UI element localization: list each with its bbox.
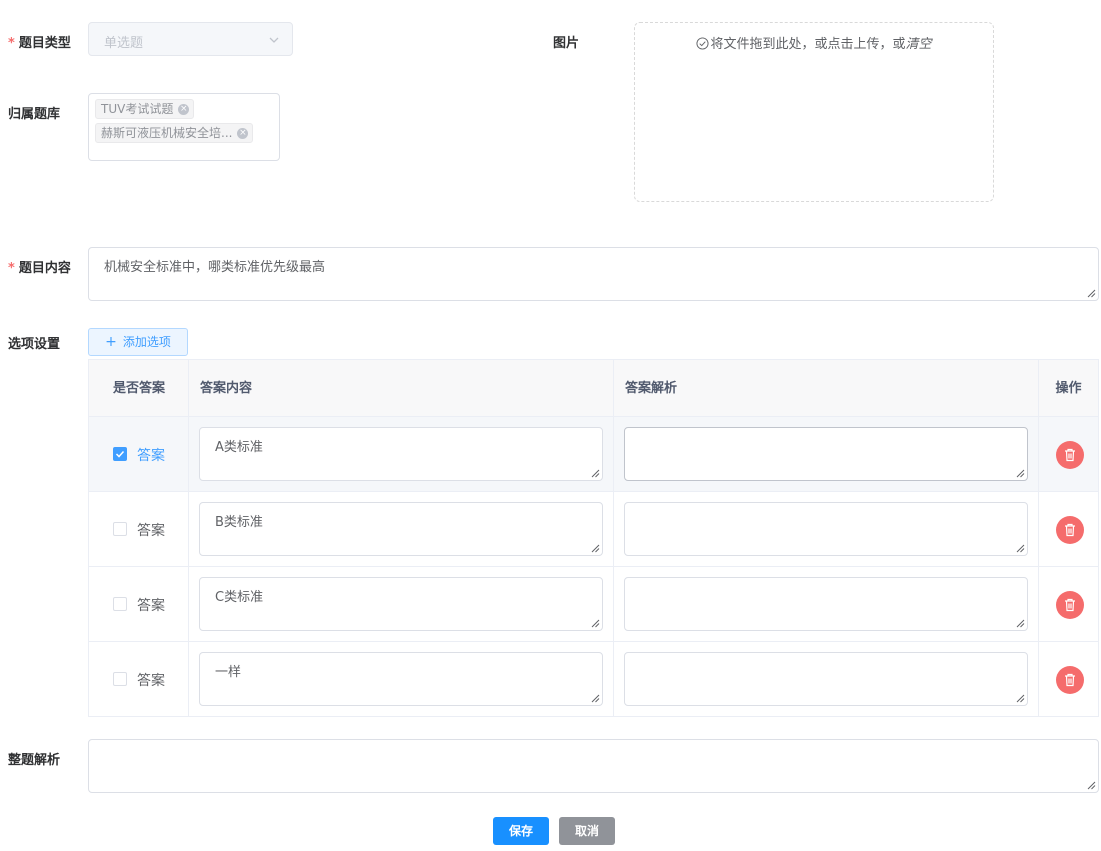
clear-link[interactable]: 清空: [906, 37, 932, 52]
cancel-button[interactable]: 取消: [559, 817, 615, 845]
header-answer-analysis: 答案解析: [614, 360, 1039, 417]
answer-checkbox[interactable]: [113, 522, 127, 536]
save-button[interactable]: 保存: [493, 817, 549, 845]
header-answer-content: 答案内容: [189, 360, 614, 417]
overall-analysis-label: 整题解析: [8, 753, 61, 768]
answer-checkbox-label[interactable]: 答案: [137, 445, 165, 465]
close-circle-icon[interactable]: ×: [178, 104, 190, 115]
resize-grip-icon[interactable]: [1016, 544, 1025, 553]
required-asterisk: *: [8, 36, 15, 51]
chevron-down-icon: [269, 37, 279, 43]
resize-grip-icon[interactable]: [1087, 781, 1096, 790]
image-upload-dropzone[interactable]: 将文件拖到此处，或点击上传，或清空: [634, 22, 994, 202]
resize-grip-icon[interactable]: [1016, 469, 1025, 478]
column-divider: [613, 360, 614, 716]
delete-option-button[interactable]: [1056, 441, 1084, 469]
question-type-select[interactable]: 单选题: [88, 22, 293, 56]
trash-icon: [1065, 523, 1075, 537]
answer-checkbox-label[interactable]: 答案: [137, 595, 165, 615]
question-content-textarea[interactable]: 机械安全标准中，哪类标准优先级最高: [88, 247, 1099, 301]
question-bank-label: 归属题库: [8, 107, 61, 122]
table-row: 答案 一样: [89, 642, 1098, 717]
image-label: 图片: [553, 36, 580, 51]
add-option-button[interactable]: + 添加选项: [88, 328, 188, 356]
question-content-label: * 题目内容: [8, 261, 71, 276]
delete-option-button[interactable]: [1056, 591, 1084, 619]
header-actions: 操作: [1039, 360, 1098, 417]
question-type-value: 单选题: [104, 36, 144, 51]
answer-content-textarea[interactable]: A类标准: [199, 427, 603, 481]
resize-grip-icon[interactable]: [1016, 694, 1025, 703]
answer-checkbox-label[interactable]: 答案: [137, 670, 165, 690]
column-divider: [1038, 360, 1039, 716]
resize-grip-icon[interactable]: [591, 544, 600, 553]
upload-hint: 将文件拖到此处，或点击上传，或清空: [635, 33, 993, 52]
close-circle-icon[interactable]: ×: [237, 128, 249, 139]
answer-analysis-textarea[interactable]: [624, 427, 1028, 481]
trash-icon: [1065, 448, 1075, 462]
options-table: 是否答案 答案内容 答案解析 操作 答案 A类标准 答案 B类标准 答案 C类标…: [88, 359, 1099, 717]
answer-checkbox[interactable]: [113, 672, 127, 686]
answer-checkbox[interactable]: [113, 447, 127, 461]
resize-grip-icon[interactable]: [591, 469, 600, 478]
resize-grip-icon[interactable]: [591, 694, 600, 703]
resize-grip-icon[interactable]: [591, 619, 600, 628]
delete-option-button[interactable]: [1056, 516, 1084, 544]
resize-grip-icon[interactable]: [1087, 289, 1096, 298]
bank-tag: TUV考试试题 ×: [95, 99, 195, 119]
table-row: 答案 A类标准: [89, 417, 1098, 492]
delete-option-button[interactable]: [1056, 666, 1084, 694]
required-asterisk: *: [8, 261, 15, 276]
check-circle-icon: [696, 37, 710, 50]
answer-content-textarea[interactable]: B类标准: [199, 502, 603, 556]
trash-icon: [1065, 673, 1075, 687]
question-type-label: * 题目类型: [8, 36, 71, 51]
plus-icon: +: [105, 334, 117, 350]
answer-content-textarea[interactable]: C类标准: [199, 577, 603, 631]
checkmark-icon: [115, 450, 125, 458]
trash-icon: [1065, 598, 1075, 612]
answer-checkbox-label[interactable]: 答案: [137, 520, 165, 540]
table-row: 答案 C类标准: [89, 567, 1098, 642]
header-is-answer: 是否答案: [89, 360, 189, 417]
bank-tag: 赫斯可液压机械安全培... ×: [95, 123, 254, 143]
options-label: 选项设置: [8, 337, 61, 352]
resize-grip-icon[interactable]: [1016, 619, 1025, 628]
table-row: 答案 B类标准: [89, 492, 1098, 567]
overall-analysis-textarea[interactable]: [88, 739, 1099, 793]
question-bank-multiselect[interactable]: TUV考试试题 × 赫斯可液压机械安全培... ×: [88, 93, 280, 161]
answer-content-textarea[interactable]: 一样: [199, 652, 603, 706]
column-divider: [188, 360, 189, 716]
answer-analysis-textarea[interactable]: [624, 652, 1028, 706]
answer-checkbox[interactable]: [113, 597, 127, 611]
answer-analysis-textarea[interactable]: [624, 577, 1028, 631]
answer-analysis-textarea[interactable]: [624, 502, 1028, 556]
